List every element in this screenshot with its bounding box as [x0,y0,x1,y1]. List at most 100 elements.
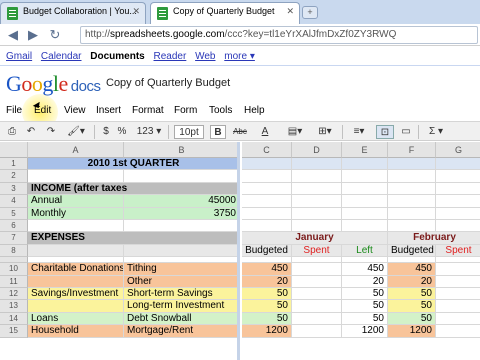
cell[interactable] [242,182,292,196]
cell[interactable] [292,275,342,288]
undo-icon[interactable]: ↶ [24,125,38,139]
cell[interactable]: 50 [242,288,292,301]
frozen-columns-divider[interactable] [237,142,240,360]
cell[interactable] [124,170,240,183]
browser-tab-quarterly-budget[interactable]: Copy of Quarterly Budget ✕ [150,2,300,24]
cell[interactable]: January [242,232,388,245]
cell[interactable]: 450 [342,263,388,276]
cell[interactable]: Budgeted [388,244,436,258]
cell[interactable] [242,158,292,171]
gbar-calendar-link[interactable]: Calendar [41,51,82,62]
cell[interactable]: Spent [292,244,342,258]
cell[interactable] [292,195,342,208]
cell[interactable]: Household [28,325,124,338]
cell[interactable] [292,288,342,301]
row-header[interactable]: 2 [0,170,28,183]
font-size-dropdown[interactable]: 10pt ▾ [174,125,204,152]
cell[interactable] [28,220,124,233]
close-tab-icon[interactable]: ✕ [286,6,294,17]
cell[interactable] [388,220,436,233]
cell[interactable] [28,300,124,313]
cell[interactable]: Other [124,275,240,288]
column-header[interactable]: A [28,142,124,158]
cell[interactable]: 1200 [242,325,292,338]
cell[interactable] [436,276,480,288]
column-header[interactable]: F [388,142,436,158]
cell[interactable]: Charitable Donations [28,263,124,276]
cell[interactable]: Annual [28,195,124,208]
cell[interactable]: Spent [436,244,480,258]
cell[interactable]: 3750 [124,207,240,220]
cell[interactable]: Tithing [124,263,240,276]
cell[interactable] [292,312,342,326]
cell[interactable]: 45000 [124,195,240,208]
cell[interactable] [342,182,388,196]
borders-icon[interactable]: ⊞▾ [314,125,336,139]
cell[interactable]: INCOME (after taxes [28,182,240,196]
cell[interactable]: Savings/Investment [28,288,124,301]
cell[interactable] [388,195,436,208]
menu-insert[interactable]: Insert [96,105,121,116]
menu-help[interactable]: Help [244,105,265,116]
gbar-reader-link[interactable]: Reader [154,51,187,62]
cell[interactable]: Debt Snowball [124,312,240,326]
row-header[interactable]: 5 [0,207,28,220]
cell[interactable] [28,275,124,288]
reload-icon[interactable]: ↻ [46,26,64,44]
cell[interactable] [342,158,388,171]
cell[interactable] [28,170,124,183]
gbar-web-link[interactable]: Web [195,51,215,62]
cell[interactable] [292,182,342,196]
cell[interactable] [388,158,436,171]
new-tab-button[interactable]: + [302,6,318,19]
cell[interactable]: Left [342,244,388,258]
bold-button[interactable]: B [210,125,226,139]
print-icon[interactable]: ⎙ [5,125,19,139]
merge-cells-icon[interactable]: ⊡ [376,125,394,139]
browser-tab-budget-collaboration[interactable]: Budget Collaboration | You... ✕ [0,2,146,24]
column-header[interactable]: D [292,142,342,158]
menu-format[interactable]: Format [132,105,164,116]
cell[interactable] [436,183,480,196]
cell[interactable]: Budgeted [242,244,292,258]
column-header[interactable]: C [242,142,292,158]
cell[interactable]: 450 [242,263,292,276]
google-docs-logo[interactable]: Google docs [6,71,101,97]
cell[interactable] [342,207,388,220]
paint-format-icon[interactable]: 🖌▾ [64,125,88,139]
column-header[interactable]: E [342,142,388,158]
cell[interactable]: 50 [388,288,436,301]
cell[interactable] [292,263,342,276]
text-color-button[interactable]: A [254,125,276,139]
cell[interactable]: 50 [242,312,292,326]
cell[interactable]: 50 [342,312,388,326]
gbar-documents-link[interactable]: Documents [90,51,144,62]
strikethrough-button[interactable]: Abc [230,125,250,139]
cell[interactable]: 20 [342,275,388,288]
cell[interactable] [436,313,480,326]
gbar-more-menu[interactable]: more ▾ [224,51,255,62]
column-header[interactable]: B [124,142,240,158]
cell[interactable]: 1200 [342,325,388,338]
row-header[interactable]: 11 [0,275,28,288]
cell[interactable] [388,170,436,183]
row-header[interactable]: 4 [0,195,28,208]
cell[interactable]: Short-term Savings [124,288,240,301]
cell[interactable] [342,170,388,183]
sheet-title-cell[interactable]: 2010 1st QUARTER [28,158,240,171]
address-bar[interactable]: http://spreadsheets.google.com/ccc?key=t… [80,26,478,44]
cell[interactable] [124,220,240,233]
cell[interactable] [342,195,388,208]
cell[interactable] [292,207,342,220]
cell[interactable] [292,300,342,313]
cell[interactable]: 450 [388,263,436,276]
back-arrow-icon[interactable]: ◀ [4,26,22,44]
cell[interactable]: Monthly [28,207,124,220]
spreadsheet-grid[interactable]: A B C D E F G 1 2010 1st QUARTER 2 3 INCOME (after … [0,142,480,360]
cell[interactable] [436,288,480,301]
row-header[interactable]: 6 [0,220,28,233]
menu-file[interactable]: File [6,105,22,116]
menu-tools[interactable]: Tools [209,105,232,116]
cell[interactable]: 50 [342,288,388,301]
cell[interactable]: February [388,232,480,245]
